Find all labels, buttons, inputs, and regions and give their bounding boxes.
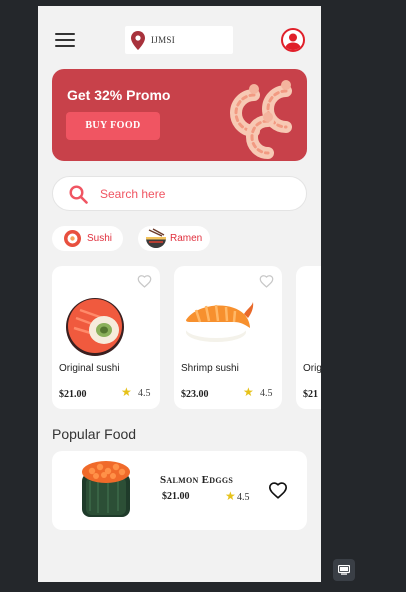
star-icon: ★ — [121, 385, 132, 399]
search-bar[interactable]: Search here — [52, 176, 307, 211]
shrimp-nigiri-image — [186, 302, 254, 342]
category-label: Sushi — [87, 233, 113, 244]
salmon-sushi-roll-image — [66, 298, 124, 356]
star-icon: ★ — [243, 385, 254, 399]
food-name: Original sushi — [59, 363, 120, 374]
menu-icon — [55, 33, 75, 35]
location-text: IJMSI — [151, 35, 176, 45]
heart-outline-icon[interactable] — [259, 274, 274, 288]
shrimp-illustration — [229, 80, 292, 159]
promo-banner: Get 32% Promo BUY FOOD — [52, 69, 307, 161]
food-price: $21 — [303, 389, 318, 400]
category-chip-sushi[interactable]: Sushi — [52, 226, 123, 251]
food-price: $21.00 — [59, 389, 87, 400]
app-screen: IJMSI Get 32% Promo BUY FOOD Search here… — [38, 6, 321, 582]
ramen-bowl-icon — [146, 228, 166, 248]
food-card[interactable]: Orig $21 — [296, 266, 321, 409]
location-selector[interactable]: IJMSI — [125, 26, 233, 54]
popular-food-name: Salmon Edggs — [160, 474, 234, 486]
top-bar: IJMSI — [38, 6, 321, 66]
popular-food-heading: Popular Food — [52, 426, 137, 442]
food-rating: 4.5 — [260, 388, 273, 399]
sushi-roll-icon — [64, 230, 81, 247]
category-label: Ramen — [170, 233, 203, 244]
popular-food-rating: 4.5 — [237, 492, 250, 503]
buy-food-button[interactable]: BUY FOOD — [66, 112, 160, 140]
profile-avatar-button[interactable] — [281, 28, 305, 52]
menu-button[interactable] — [55, 33, 75, 49]
food-name: Orig — [303, 363, 321, 374]
heart-outline-icon[interactable] — [137, 274, 152, 288]
category-chip-ramen[interactable]: Ramen — [138, 226, 210, 251]
promo-title: Get 32% Promo — [67, 87, 171, 103]
popular-food-item[interactable]: Salmon Edggs $21.00 ★ 4.5 — [52, 451, 307, 530]
search-icon — [69, 185, 88, 204]
monitor-icon — [338, 565, 350, 575]
map-pin-icon — [131, 31, 145, 50]
star-icon: ★ — [225, 489, 236, 503]
search-input[interactable]: Search here — [100, 187, 165, 201]
popular-food-price: $21.00 — [162, 491, 190, 502]
user-icon — [285, 33, 301, 50]
food-card[interactable]: Shrimp sushi $23.00 ★ 4.5 — [174, 266, 282, 409]
heart-outline-icon[interactable] — [268, 481, 288, 499]
food-rating: 4.5 — [138, 388, 151, 399]
food-name: Shrimp sushi — [181, 363, 239, 374]
food-price: $23.00 — [181, 389, 209, 400]
screen-cast-button[interactable] — [333, 559, 355, 581]
food-card[interactable]: Original sushi $21.00 ★ 4.5 — [52, 266, 160, 409]
salmon-eggs-gunkan-image — [82, 461, 130, 517]
